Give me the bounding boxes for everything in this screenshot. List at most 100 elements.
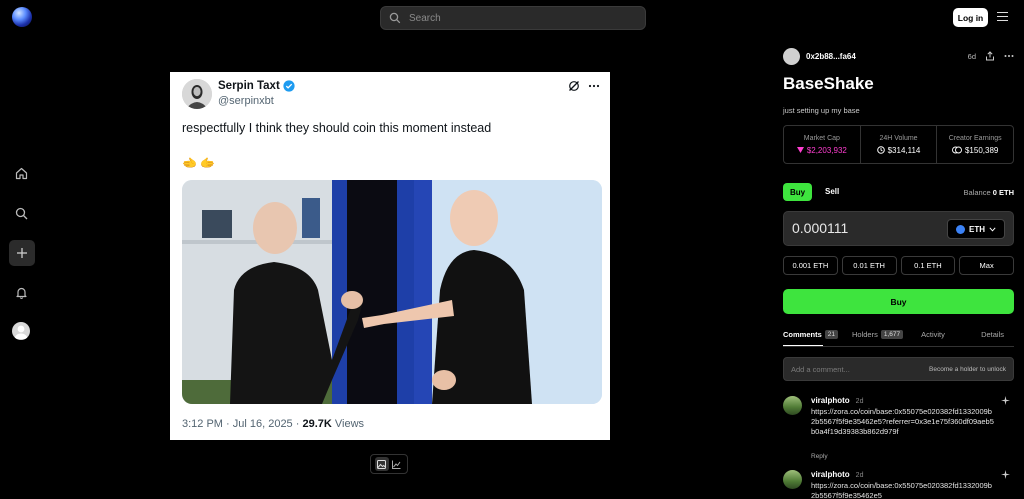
- chevron-down-icon: [989, 226, 996, 232]
- clock-icon: [876, 146, 885, 154]
- tweet-emoji: 🫲 🫱: [182, 156, 216, 170]
- tab-details[interactable]: Details: [981, 330, 1004, 339]
- comment-text: https://zora.co/coin/base:0x55075e020382…: [811, 407, 994, 436]
- eth-token-icon: [956, 224, 965, 234]
- profile-avatar[interactable]: [12, 322, 30, 340]
- creator-avatar[interactable]: [783, 47, 800, 65]
- stat-value: $150,389: [952, 146, 998, 155]
- tab-comments[interactable]: Comments 21: [783, 330, 838, 339]
- token-select[interactable]: ETH: [947, 219, 1005, 239]
- tweet-card[interactable]: Serpin Taxt @serpinxbt respectfully I th…: [170, 72, 610, 440]
- coin-age: 6d: [967, 51, 976, 61]
- explore-search-icon[interactable]: [13, 205, 29, 221]
- comment-time: 2d: [855, 472, 864, 479]
- tweet-text: respectfully I think they should coin th…: [182, 121, 492, 135]
- active-tab-indicator: [783, 345, 823, 346]
- sparkle-icon[interactable]: [1001, 396, 1010, 405]
- buy-button[interactable]: Buy: [783, 289, 1014, 314]
- quick-amount-0.001[interactable]: 0.001 ETH: [783, 256, 838, 275]
- token-select-label: ETH: [969, 224, 985, 234]
- comment-box: Become a holder to unlock: [783, 357, 1014, 381]
- quick-amount-row: 0.001 ETH 0.01 ETH 0.1 ETH Max: [783, 256, 1014, 275]
- stat-24h-volume: 24H Volume $314,114: [861, 126, 938, 163]
- sparkle-icon[interactable]: [1001, 470, 1010, 479]
- stat-value: $2,203,932: [796, 145, 847, 155]
- tweet-header-actions: [568, 80, 600, 92]
- reply-button[interactable]: Reply: [811, 453, 828, 460]
- detail-tabs: Comments 21 Holders 1,677 Activity Detai…: [783, 330, 1014, 339]
- comment-header: viralphoto 2d: [811, 396, 863, 405]
- tab-holders[interactable]: Holders 1,677: [852, 330, 904, 339]
- stat-creator-earnings: Creator Earnings $150,389: [937, 126, 1013, 163]
- quick-amount-0.01[interactable]: 0.01 ETH: [841, 256, 897, 275]
- tab-activity[interactable]: Activity: [921, 330, 945, 339]
- sell-tab[interactable]: Sell: [825, 187, 839, 196]
- stat-label: 24H Volume: [879, 134, 918, 142]
- creator-address[interactable]: 0x2b88...fa64: [806, 52, 856, 61]
- app-logo[interactable]: [12, 7, 32, 27]
- create-plus-button[interactable]: [9, 240, 35, 266]
- tab-label: Holders: [852, 330, 878, 339]
- comment-avatar[interactable]: [783, 470, 802, 489]
- login-button[interactable]: Log in: [953, 8, 988, 27]
- stat-value-text: $314,114: [887, 145, 921, 155]
- search-input[interactable]: [409, 12, 629, 24]
- comment-item: viralphoto 2d https://zora.co/coin/base:…: [783, 396, 1014, 466]
- unlock-hint: Become a holder to unlock: [929, 365, 1006, 373]
- media-view-toggle: [370, 454, 408, 474]
- more-options-icon[interactable]: [1004, 51, 1014, 61]
- search-bar[interactable]: [380, 6, 646, 30]
- coin-stats: Market Cap $2,203,932 24H Volume $314,11…: [783, 125, 1014, 164]
- stat-value: $314,114: [876, 145, 921, 155]
- tweet-timestamp[interactable]: 3:12 PM · Jul 16, 2025 ·: [182, 418, 302, 430]
- search-icon: [389, 12, 401, 24]
- tweet-author-avatar[interactable]: [182, 79, 212, 109]
- stat-label: Creator Earnings: [948, 134, 1002, 142]
- tab-count: 1,677: [880, 330, 904, 339]
- comment-text: https://zora.co/coin/base:0x55075e020382…: [811, 481, 992, 499]
- tweet-media-image[interactable]: [182, 180, 602, 404]
- home-icon[interactable]: [13, 165, 29, 181]
- comment-input[interactable]: [791, 364, 901, 374]
- tweet-timestamp-views: 3:12 PM · Jul 16, 2025 · 29.7K Views: [182, 418, 364, 430]
- tweet-author-handle[interactable]: @serpinxbt: [218, 95, 274, 107]
- comment-username[interactable]: viralphoto: [811, 470, 850, 479]
- buy-tab[interactable]: Buy: [783, 183, 812, 201]
- tweet-author-name[interactable]: Serpin Taxt: [218, 80, 295, 92]
- share-icon[interactable]: [985, 51, 995, 61]
- balance-display: Balance 0 ETH: [964, 188, 1014, 197]
- tab-label: Comments: [783, 330, 822, 339]
- tweet-author-name-text: Serpin Taxt: [218, 80, 280, 92]
- comment-username[interactable]: viralphoto: [811, 396, 850, 405]
- tab-label: Activity: [921, 330, 945, 339]
- grok-icon[interactable]: [568, 80, 580, 92]
- quick-amount-0.1[interactable]: 0.1 ETH: [900, 256, 956, 275]
- image-icon: [377, 459, 386, 469]
- down-triangle-icon: [796, 147, 804, 153]
- quick-amount-max[interactable]: Max: [959, 256, 1014, 275]
- more-options-icon[interactable]: [588, 80, 600, 92]
- balance-value: 0 ETH: [992, 188, 1014, 197]
- coin-title: BaseShake: [783, 74, 874, 93]
- balance-label: Balance: [963, 188, 993, 197]
- stat-value-text: $2,203,932: [806, 145, 847, 155]
- tab-divider: [783, 346, 1014, 347]
- stat-value-text: $150,389: [964, 145, 999, 155]
- chart-view-toggle[interactable]: [390, 457, 404, 471]
- comment-avatar[interactable]: [783, 396, 802, 415]
- creator-row: 0x2b88...fa64 6d: [783, 47, 1014, 65]
- hamburger-menu-icon[interactable]: [997, 12, 1008, 21]
- tweet-views-label: Views: [331, 418, 365, 430]
- image-view-toggle[interactable]: [374, 457, 389, 471]
- tab-label: Details: [981, 330, 1004, 339]
- comment-item: viralphoto 2d https://zora.co/coin/base:…: [783, 470, 1014, 499]
- stat-market-cap: Market Cap $2,203,932: [784, 126, 861, 163]
- tweet-views-count: 29.7K: [302, 418, 332, 430]
- trade-amount-input[interactable]: [792, 220, 932, 236]
- chart-icon: [392, 460, 401, 469]
- plus-icon: [17, 248, 27, 258]
- verified-badge-icon: [283, 80, 295, 92]
- bell-icon[interactable]: [13, 284, 29, 300]
- coin-description: just setting up my base: [783, 106, 860, 115]
- stat-label: Market Cap: [803, 134, 840, 142]
